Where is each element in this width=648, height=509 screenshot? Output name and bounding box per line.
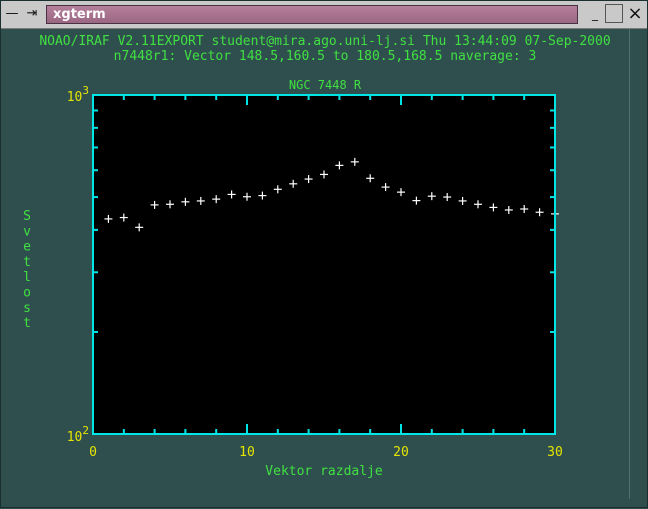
x-tick-label: 20 (393, 445, 409, 460)
x-axis-label: Vektor razdalje (265, 464, 383, 479)
x-tick-label: 0 (89, 445, 97, 460)
plot-area (93, 95, 555, 434)
y-axis-label-letter: s (23, 301, 31, 316)
y-axis-label-letter: l (23, 270, 31, 285)
y-axis-label-letter: t (23, 255, 31, 270)
y-axis-label-letter: t (23, 316, 31, 331)
xgterm-window: — ⇥ xgterm _ × NOAO/IRAF V2.11EXPORT stu… (0, 0, 648, 508)
y-tick-top-exp: 3 (82, 84, 89, 97)
y-axis-label: Svetlost (23, 209, 31, 331)
y-axis-label-letter: e (23, 240, 31, 255)
y-axis-label-letter: v (23, 224, 31, 239)
y-tick-top-base: 10 (67, 90, 83, 105)
plot-canvas: 103 102 0 10 20 30 Vektor razdalje Svetlost (23, 84, 563, 479)
y-tick-label-top: 103 (67, 84, 89, 105)
y-axis-label-letter: S (23, 209, 31, 224)
y-tick-bottom-exp: 2 (82, 424, 89, 437)
x-tick-label: 30 (547, 445, 563, 460)
y-axis-label-letter: o (23, 286, 31, 301)
y-tick-label-bottom: 102 (67, 424, 89, 445)
y-tick-bottom-base: 10 (67, 430, 83, 445)
x-tick-label: 10 (239, 445, 255, 460)
scrollbar-edge[interactable] (629, 29, 648, 499)
x-tick-labels: 0 10 20 30 (89, 445, 563, 460)
